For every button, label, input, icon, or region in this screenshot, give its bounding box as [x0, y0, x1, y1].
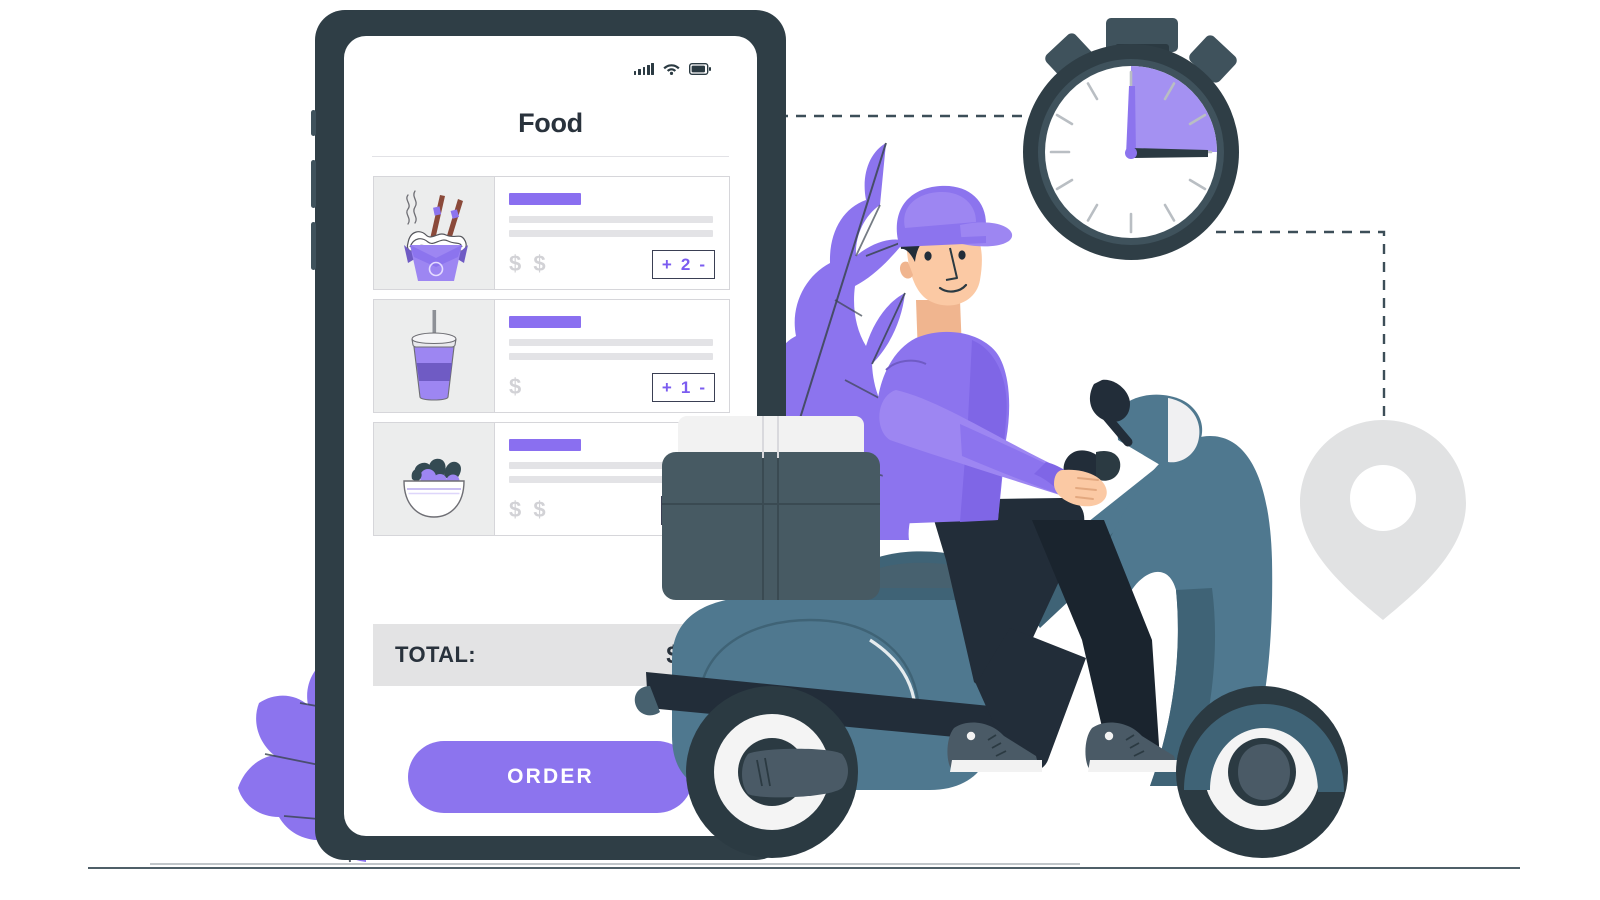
delivery-rider — [896, 185, 1013, 356]
delivery-box — [662, 416, 880, 600]
rider-torso — [876, 331, 1107, 524]
ground-line — [88, 863, 1520, 869]
rear-wheel — [686, 686, 858, 858]
illustration-canvas: Food $ $ + 2 - $ + 1 - $ $ TOTAL: ORDER — [0, 0, 1600, 900]
scooter-and-rider-layer — [88, 185, 1520, 869]
